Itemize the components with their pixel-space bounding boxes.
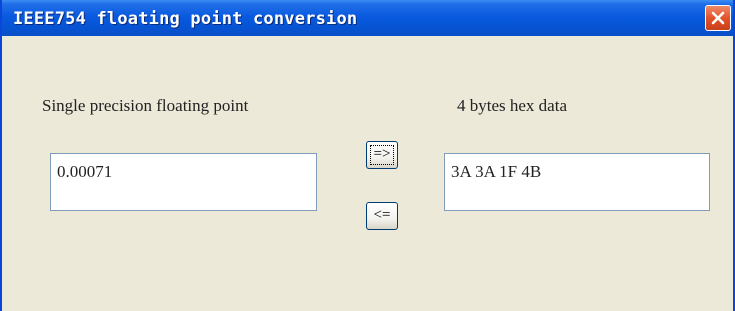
close-icon [711, 11, 725, 25]
hex-label: 4 bytes hex data [457, 96, 567, 115]
title-bar[interactable]: IEEE754 floating point conversion [2, 0, 733, 36]
convert-to-hex-button[interactable]: => [366, 141, 398, 169]
hex-input[interactable]: 3A 3A 1F 4B [444, 153, 710, 211]
dialog-window: IEEE754 floating point conversion Single… [0, 0, 735, 311]
float-input[interactable]: 0.00071 [50, 153, 317, 211]
window-title: IEEE754 floating point conversion [13, 9, 358, 29]
close-button[interactable] [705, 5, 731, 31]
convert-to-float-button[interactable]: <= [366, 202, 398, 230]
float-label: Single precision floating point [42, 96, 249, 115]
